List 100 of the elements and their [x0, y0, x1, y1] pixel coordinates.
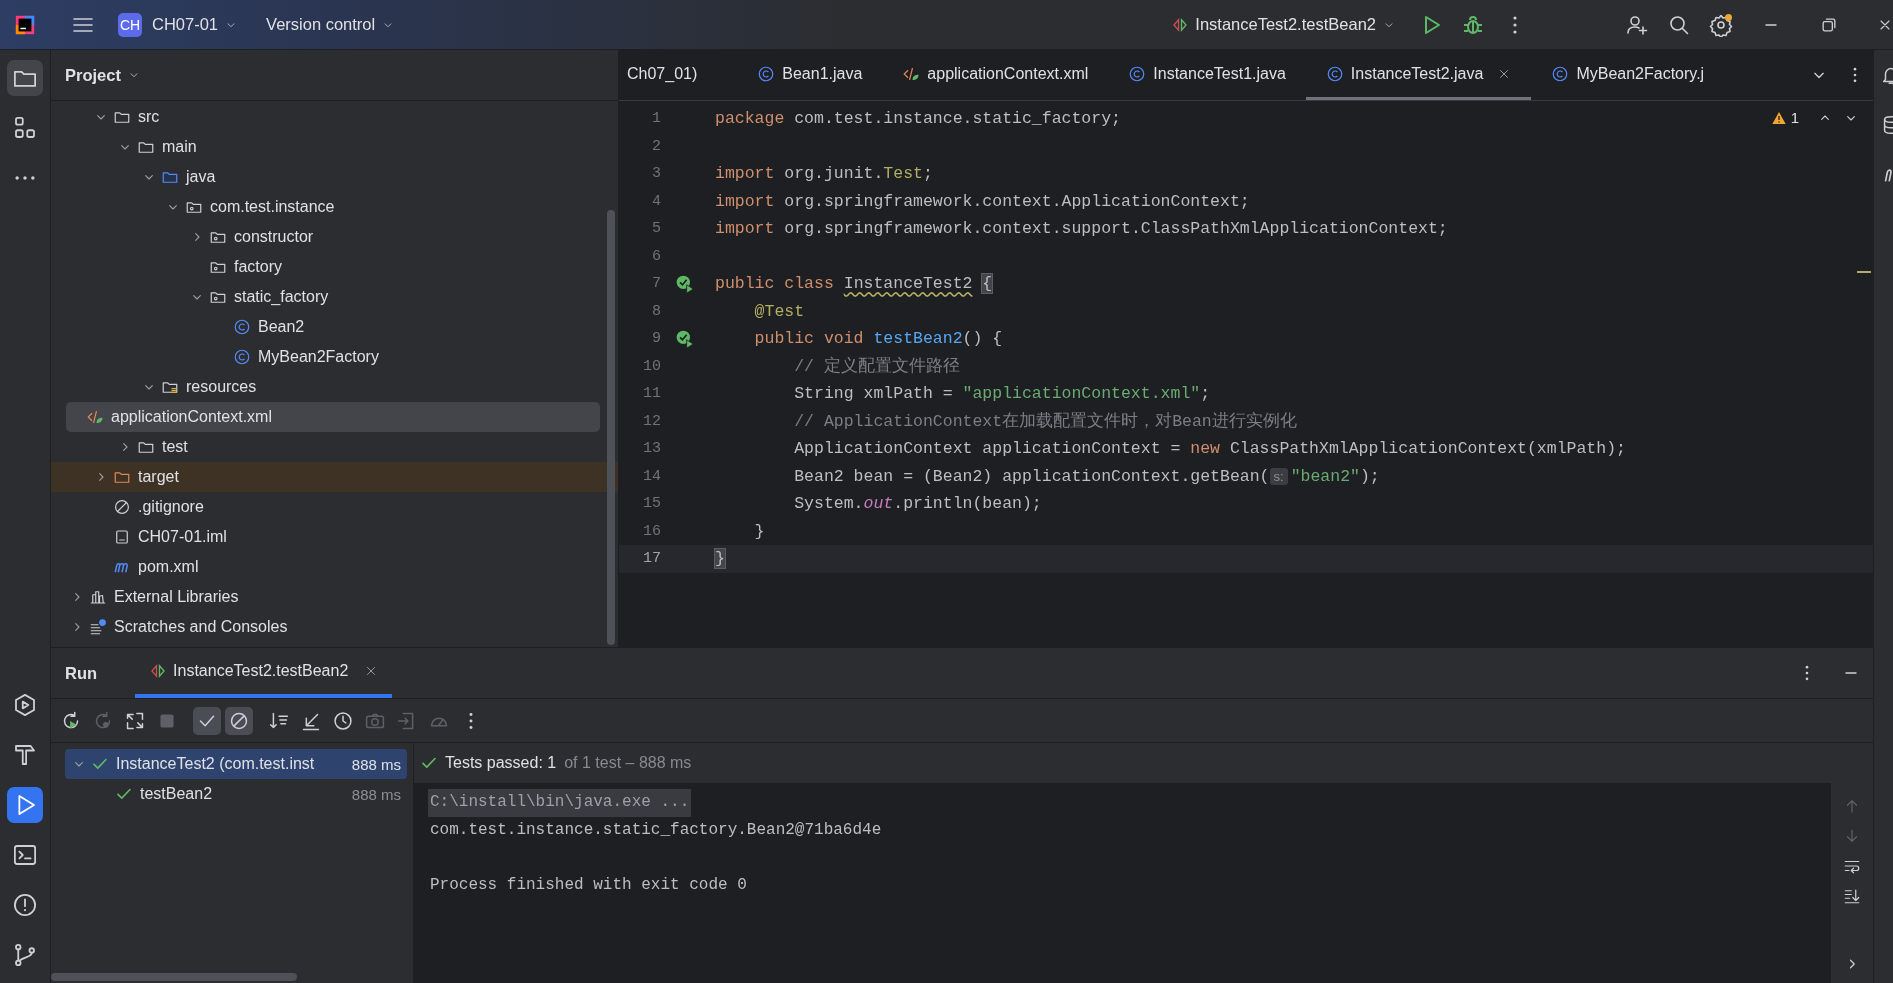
scroll-to-end-icon[interactable]: [1843, 887, 1861, 905]
line-number: 11: [642, 385, 661, 403]
tree-item-label: pom.xml: [138, 558, 199, 576]
code-line: public class InstanceTest2 {: [715, 274, 993, 294]
tree-row[interactable]: test: [51, 432, 618, 462]
line-number: 12: [642, 412, 661, 430]
code-line: package com.test.instance.static_factory;: [715, 109, 1121, 129]
tree-row[interactable]: static_factory: [51, 282, 618, 312]
scrollbar[interactable]: [51, 973, 297, 981]
line-number: 9: [651, 330, 661, 348]
tree-row[interactable]: MyBean2Factory: [51, 342, 618, 372]
console-command: C:\install\bin\java.exe ...: [428, 789, 692, 817]
run-panel-title: Run: [65, 663, 98, 683]
tree-row[interactable]: .gitignore: [51, 492, 618, 522]
tree-row[interactable]: java: [51, 162, 618, 192]
code-line: String xmlPath = "applicationContext.xml";: [793, 384, 1211, 404]
class-icon: [233, 348, 251, 366]
tree-item-label: test: [162, 438, 188, 456]
editor-tab[interactable]: applicationContext.xml: [882, 50, 1109, 100]
line-number: 8: [651, 302, 661, 320]
line-number: 13: [642, 440, 661, 458]
app-logo[interactable]: [14, 13, 36, 36]
tree-item-label: Scratches and Consoles: [114, 618, 288, 636]
version-control-menu[interactable]: Version control: [266, 15, 396, 34]
tree-row[interactable]: com.test.instance: [51, 192, 618, 222]
tree-item-label: com.test.instance: [210, 198, 335, 216]
tree-row[interactable]: main: [51, 132, 618, 162]
tree-row[interactable]: Scratches and Consoles: [51, 612, 618, 642]
console-output: com.test.instance.static_factory.Bean2@71ba6d4e: [430, 819, 882, 841]
tree-item-label: src: [138, 108, 160, 126]
ignored-icon[interactable]: [225, 706, 253, 735]
tree-row[interactable]: CH07-01.iml: [51, 522, 618, 552]
test-tree-row[interactable]: InstanceTest2 (com.test.inst 888 ms: [65, 749, 407, 779]
tree-row[interactable]: target: [51, 462, 618, 492]
tree-row[interactable]: External Libraries: [51, 582, 618, 612]
tree-row[interactable]: factory: [51, 252, 618, 282]
tree-row[interactable]: constructor: [51, 222, 618, 252]
run-configuration[interactable]: InstanceTest2.testBean2: [1171, 15, 1396, 34]
project-view-selector[interactable]: Project: [65, 65, 141, 85]
code-line: public void testBean2() {: [753, 329, 1003, 349]
editor-tab[interactable]: Ch07_01): [619, 50, 738, 100]
class-icon: [1128, 64, 1147, 83]
line-number: 2: [651, 137, 661, 155]
line-number: 6: [651, 247, 661, 265]
libraries-icon: [89, 588, 107, 606]
code-line: @Test: [753, 301, 805, 321]
class-icon: [233, 318, 251, 336]
code-line: }: [753, 521, 765, 541]
tree-item-label: applicationContext.xml: [111, 408, 272, 426]
tree-row[interactable]: pom.xml: [51, 552, 618, 582]
test-duration: 888 ms: [351, 755, 402, 773]
line-number: 4: [651, 192, 661, 210]
tree-item-label: main: [162, 138, 197, 156]
code-line: import org.springframework.context.support.ClassPathXmlApplicationContext;: [715, 219, 1448, 239]
class-icon: [1551, 64, 1570, 83]
line-number: 7: [651, 275, 661, 293]
tree-row[interactable]: Bean2: [51, 312, 618, 342]
line-number: 14: [642, 467, 661, 485]
test-duration: 888 ms: [351, 785, 402, 803]
editor-tab[interactable]: Bean1.java: [737, 50, 883, 100]
line-number: 3: [651, 165, 661, 183]
settings-icon[interactable]: [1709, 12, 1733, 37]
tree-row[interactable]: src: [51, 102, 618, 132]
project-switcher[interactable]: CH CH07-01: [118, 12, 239, 37]
editor-tab[interactable]: InstanceTest2.java: [1305, 50, 1532, 100]
editor-tab[interactable]: InstanceTest1.java: [1108, 50, 1306, 100]
line-number: 15: [642, 495, 661, 513]
console-output: Process finished with exit code 0: [430, 874, 747, 896]
tree-row[interactable]: resources: [51, 372, 618, 402]
line-number: 16: [642, 522, 661, 540]
module-file-icon: [113, 528, 131, 546]
test-tree-row[interactable]: testBean2 888 ms: [65, 779, 407, 809]
class-icon: [757, 64, 776, 83]
project-badge: CH: [118, 12, 142, 37]
line-number: 10: [642, 357, 661, 375]
test-name: InstanceTest2 (com.test.inst: [116, 755, 316, 773]
run-test-icon[interactable]: [675, 328, 695, 349]
run-test-icon[interactable]: [675, 273, 695, 294]
folder-icon[interactable]: [7, 60, 43, 96]
warning-count: 1: [1790, 109, 1799, 126]
tree-item-label: java: [186, 168, 216, 186]
line-number: 17: [642, 550, 661, 568]
editor-tab[interactable]: MyBean2Factory.j: [1531, 50, 1725, 100]
scrollbar[interactable]: [607, 210, 615, 645]
ignore-file-icon: [113, 498, 131, 516]
code-line: Bean2 bean = (Bean2) applicationContext.getBean( s: "bean2");: [793, 466, 1380, 486]
tree-item-label: factory: [234, 258, 282, 276]
class-icon: [1325, 64, 1344, 83]
tree-item-label: static_factory: [234, 288, 329, 306]
checkmark-icon[interactable]: [193, 706, 221, 735]
code-line: // ApplicationContext在加载配置文件时，对Bean进行实例化: [793, 411, 1297, 433]
line-number: 5: [651, 220, 661, 238]
run-tab[interactable]: InstanceTest2.testBean2: [135, 648, 393, 698]
run-icon[interactable]: [7, 787, 43, 823]
tree-item-label: .gitignore: [138, 498, 204, 516]
test-status-detail: of 1 test – 888 ms: [564, 754, 692, 772]
tree-item-label: constructor: [234, 228, 314, 246]
test-status: Tests passed: 1: [445, 754, 557, 772]
code-line: // 定义配置文件路径: [793, 355, 960, 378]
tree-row[interactable]: applicationContext.xml: [66, 402, 600, 432]
